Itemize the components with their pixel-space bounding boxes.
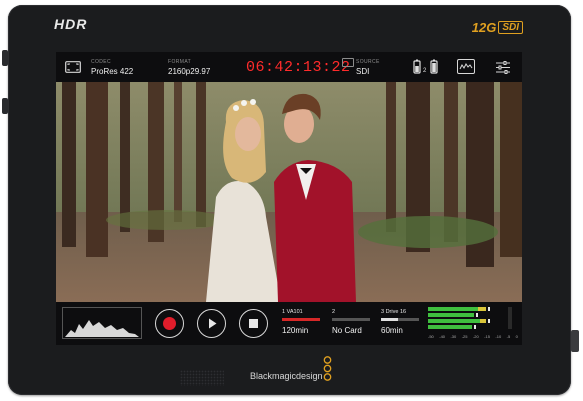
slot-1-name: 1 VA101: [282, 309, 303, 315]
12g-sdi-logo: 12G SDI: [472, 20, 523, 35]
format-label: FORMAT: [168, 59, 192, 65]
histogram[interactable]: [62, 307, 142, 339]
scopes-icon[interactable]: [457, 59, 475, 74]
sdi-connector: [571, 330, 579, 352]
bottom-control-bar: 1 VA101 120min 2 No Card 3 Drive 16 60mi…: [56, 302, 522, 345]
battery-index: 2: [423, 68, 427, 74]
source-value[interactable]: SDI: [356, 67, 369, 76]
record-button[interactable]: [155, 309, 184, 338]
sdi-logo-box: SDI: [498, 21, 523, 34]
codec-label: CODEC: [91, 59, 112, 65]
slot-3-fill: [381, 318, 398, 321]
sdi-logo-prefix: 12G: [471, 20, 497, 35]
hdr-logo: HDR: [54, 16, 88, 32]
meter-scale-label: -50: [428, 334, 434, 339]
meter-scale-label: -25: [461, 334, 468, 339]
speaker-grille: [180, 370, 224, 386]
battery-icon[interactable]: [412, 58, 442, 76]
play-icon: [208, 318, 216, 329]
tc-icon: [342, 58, 354, 67]
slot-1-fill: [282, 318, 320, 321]
format-value[interactable]: 2160p29.97: [168, 67, 210, 76]
lcd-screen: CODEC ProRes 422 FORMAT 2160p29.97 06:42…: [56, 52, 522, 345]
meter-scale-label: -10: [495, 334, 502, 339]
meter-scale-label: -30: [450, 334, 457, 339]
settings-sliders-icon[interactable]: [494, 59, 512, 75]
meter-scale: -50 -40 -30 -25 -20 -15 -10 -5 0: [428, 334, 518, 339]
meter-scale-label: -40: [439, 334, 446, 339]
audio-meter-bars: [428, 307, 512, 329]
slot-2-bar: [332, 318, 370, 321]
meter-scale-label: 0: [515, 334, 518, 339]
meter-scale-label: -15: [484, 334, 490, 339]
top-status-bar: CODEC ProRes 422 FORMAT 2160p29.97 06:42…: [56, 52, 522, 82]
stop-button[interactable]: [239, 309, 268, 338]
slot-1-time: 120min: [282, 326, 309, 335]
side-button-upper[interactable]: [2, 50, 8, 66]
audio-meters[interactable]: -50 -40 -30 -25 -20 -15 -10 -5 0: [428, 306, 518, 342]
brand-logo-mark: [323, 356, 332, 382]
video-preview-image: [56, 82, 522, 302]
meter-scale-label: -20: [472, 334, 479, 339]
play-button[interactable]: [197, 309, 226, 338]
side-button-lower[interactable]: [2, 98, 8, 114]
slot-3-time: 60min: [381, 326, 403, 335]
brand-logo-text: Blackmagicdesign: [250, 371, 323, 381]
slot-3-name: 3 Drive 16: [381, 309, 407, 315]
timecode[interactable]: 06:42:13:22: [246, 59, 351, 76]
codec-value[interactable]: ProRes 422: [91, 67, 133, 76]
fullscreen-icon[interactable]: [64, 59, 82, 75]
record-icon: [163, 317, 176, 330]
source-label: SOURCE: [356, 59, 380, 65]
slot-2-name: 2: [332, 309, 336, 315]
meter-scale-label: -5: [506, 334, 511, 339]
stop-icon: [249, 319, 258, 328]
slot-2-time: No Card: [332, 326, 362, 335]
